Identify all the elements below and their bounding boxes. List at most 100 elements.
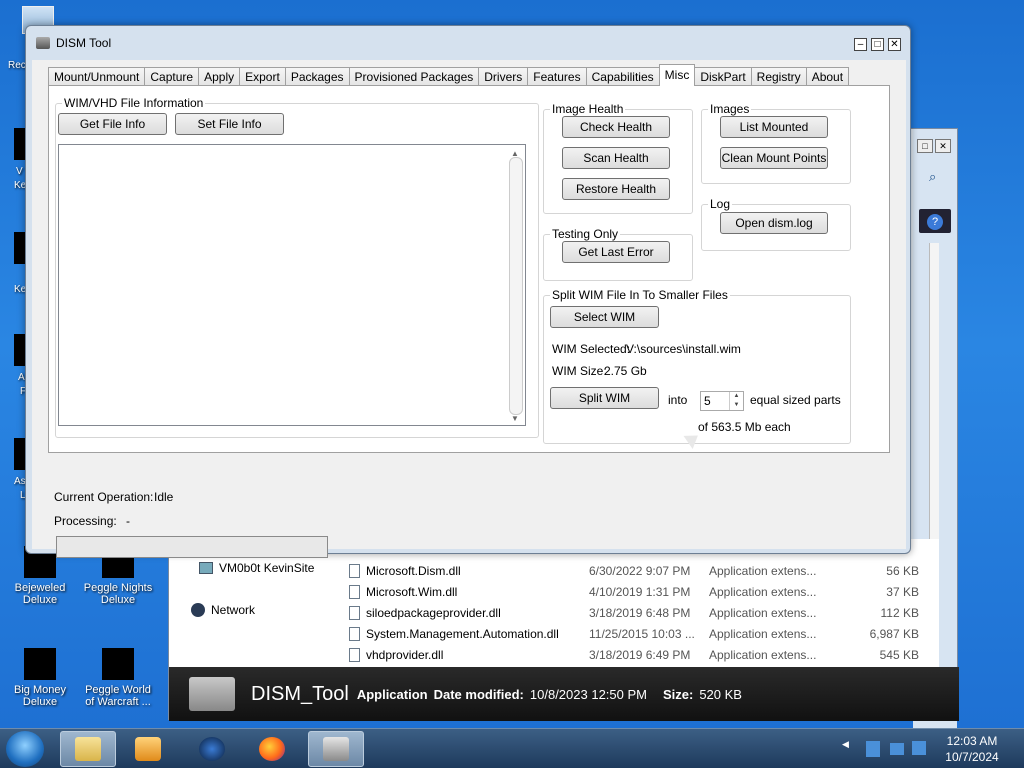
restore-health-button[interactable]: Restore Health: [562, 178, 670, 200]
current-operation-value: Idle: [154, 490, 174, 504]
tab-mount-unmount[interactable]: Mount/Unmount: [48, 67, 146, 86]
scrollbar-thumb[interactable]: [509, 157, 523, 415]
nav-item-computer[interactable]: VM0b0t KevinSite: [199, 561, 314, 575]
show-hidden-icons-button[interactable]: ◀: [842, 739, 854, 757]
get-last-error-button[interactable]: Get Last Error: [562, 241, 670, 263]
desktop-icon-label: Deluxe: [22, 696, 58, 708]
open-dism-log-button[interactable]: Open dism.log: [720, 212, 828, 234]
progress-bar: [56, 536, 328, 558]
scroll-down-icon[interactable]: ▼: [511, 414, 519, 423]
wim-selected-label: WIM Selected:: [552, 342, 631, 356]
taskbar-clock[interactable]: 12:03 AM 10/7/2024: [932, 733, 1012, 765]
details-type: Application: [356, 686, 428, 702]
details-size-label: Size:: [662, 686, 694, 702]
nav-item-network[interactable]: Network: [191, 603, 255, 617]
tray-icon-two[interactable]: [890, 743, 904, 755]
taskbar-explorer-button[interactable]: [60, 731, 116, 767]
nav-item-label: VM0b0t KevinSite: [219, 561, 315, 575]
file-name: Microsoft.Dism.dll: [366, 564, 461, 578]
dll-file-icon: [349, 564, 360, 578]
check-health-button[interactable]: Check Health: [562, 116, 670, 138]
dism-tool-window[interactable]: DISM Tool – □ ✕ Mount/Unmount Capture Ap…: [25, 25, 911, 558]
tab-export[interactable]: Export: [239, 67, 286, 86]
close-button[interactable]: ✕: [888, 38, 901, 51]
dll-file-icon: [349, 585, 360, 599]
explorer-close-button[interactable]: ✕: [935, 139, 951, 153]
help-glyph: ?: [927, 214, 943, 230]
file-row[interactable]: System.Management.Automation.dll 11/25/2…: [349, 624, 919, 644]
file-name-cell: Microsoft.Wim.dll: [349, 585, 589, 599]
file-info-textbox[interactable]: ▲ ▼: [58, 144, 526, 426]
scan-health-button[interactable]: Scan Health: [562, 147, 670, 169]
spinner-arrows[interactable]: ▲ ▼: [729, 392, 743, 410]
file-row[interactable]: vhdprovider.dll 3/18/2019 6:49 PM Applic…: [349, 645, 919, 665]
start-button[interactable]: [6, 731, 44, 767]
details-modified-value: 10/8/2023 12:50 PM: [529, 686, 647, 702]
nav-item-label: Network: [211, 603, 256, 617]
help-icon[interactable]: ?: [919, 209, 951, 233]
search-icon[interactable]: ⌕: [929, 169, 936, 185]
file-date: 11/25/2015 10:03 ...: [589, 627, 695, 641]
tab-apply[interactable]: Apply: [198, 67, 241, 86]
file-date: 3/18/2019 6:48 PM: [589, 606, 691, 620]
file-row[interactable]: siloedpackageprovider.dll 3/18/2019 6:48…: [349, 603, 919, 623]
file-name-cell: vhdprovider.dll: [349, 648, 589, 662]
network-icon: [191, 603, 205, 617]
file-row[interactable]: Microsoft.Wim.dll 4/10/2019 1:31 PM Appl…: [349, 582, 919, 602]
tray-icon-one[interactable]: [866, 741, 880, 757]
file-size: 37 KB: [886, 585, 919, 599]
desktop-partial-label: V: [16, 166, 23, 177]
file-type: Application extens...: [709, 564, 817, 578]
explorer-maximize-button[interactable]: □: [917, 139, 933, 153]
log-group: Log Open dism.log: [701, 197, 851, 251]
clean-mount-points-button[interactable]: Clean Mount Points: [720, 147, 828, 169]
desktop-icon-big-money[interactable]: Big Money Deluxe: [0, 648, 80, 708]
taskbar-globe-button[interactable]: [184, 731, 240, 767]
drive-icon: [323, 737, 349, 761]
dll-file-icon: [349, 648, 360, 662]
current-operation-label: Current Operation:: [54, 490, 154, 504]
file-date: 6/30/2022 9:07 PM: [589, 564, 691, 578]
parts-count-value[interactable]: 5: [704, 394, 711, 408]
tab-provisioned-packages[interactable]: Provisioned Packages: [348, 67, 480, 86]
tab-capture[interactable]: Capture: [144, 67, 200, 86]
taskbar-media-player-button[interactable]: [120, 731, 176, 767]
spin-up-icon[interactable]: ▲: [730, 392, 743, 401]
split-wim-button[interactable]: Split WIM: [550, 387, 659, 409]
file-name-cell: System.Management.Automation.dll: [349, 627, 589, 641]
tab-drivers[interactable]: Drivers: [478, 67, 529, 86]
file-row[interactable]: Microsoft.Dism.dll 6/30/2022 9:07 PM App…: [349, 561, 919, 581]
desktop-icon-label: Peggle World: [85, 684, 151, 696]
taskbar: ◀ 12:03 AM 10/7/2024: [0, 728, 1024, 768]
get-file-info-button[interactable]: Get File Info: [58, 113, 167, 135]
details-size-value: 520 KB: [699, 686, 742, 702]
file-info-scrollbar[interactable]: ▲ ▼: [509, 149, 523, 423]
tab-about[interactable]: About: [805, 67, 850, 86]
wim-size-value: 2.75 Gb: [604, 364, 647, 378]
tab-features[interactable]: Features: [527, 67, 587, 86]
tray-icon-three[interactable]: [912, 741, 926, 755]
tab-registry[interactable]: Registry: [750, 67, 807, 86]
maximize-button[interactable]: □: [871, 38, 884, 51]
tab-diskpart[interactable]: DiskPart: [694, 67, 752, 86]
tab-packages[interactable]: Packages: [284, 67, 350, 86]
file-type: Application extens...: [709, 585, 817, 599]
title-bar[interactable]: DISM Tool – □ ✕: [26, 26, 910, 60]
image-health-group: Image Health Check Health Scan Health Re…: [543, 102, 693, 214]
list-mounted-button[interactable]: List Mounted: [720, 116, 828, 138]
images-group: Images List Mounted Clean Mount Points: [701, 102, 851, 184]
taskbar-dism-tool-button[interactable]: [308, 731, 364, 767]
window-client: Mount/Unmount Capture Apply Export Packa…: [32, 60, 906, 558]
file-date: 4/10/2019 1:31 PM: [589, 585, 691, 599]
parts-count-spinner[interactable]: 5 ▲ ▼: [700, 391, 744, 411]
set-file-info-button[interactable]: Set File Info: [175, 113, 284, 135]
select-wim-button[interactable]: Select WIM: [550, 306, 659, 328]
spin-down-icon[interactable]: ▼: [730, 401, 743, 410]
taskbar-firefox-button[interactable]: [244, 731, 300, 767]
file-type: Application extens...: [709, 606, 817, 620]
tab-capabilities[interactable]: Capabilities: [585, 67, 660, 86]
tab-misc[interactable]: Misc: [658, 64, 696, 86]
desktop-icon-peggle-world[interactable]: Peggle World of Warcraft ...: [78, 648, 158, 708]
app-icon: [36, 37, 50, 49]
minimize-button[interactable]: –: [854, 38, 867, 51]
